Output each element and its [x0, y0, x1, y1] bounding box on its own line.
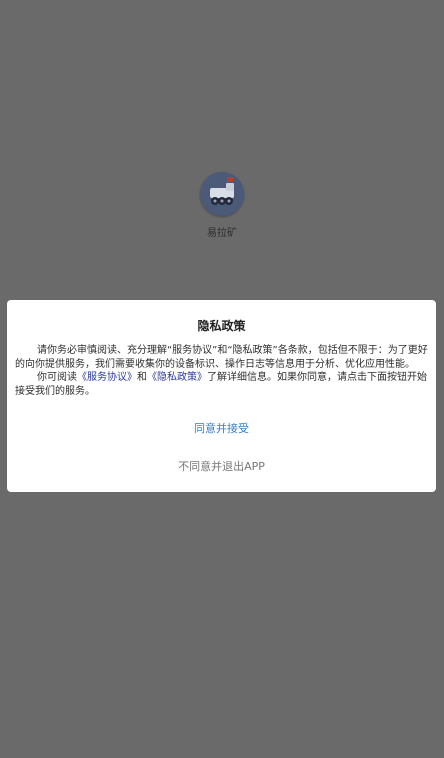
app-label: 易拉矿 — [207, 228, 237, 239]
privacy-policy-link[interactable]: 《隐私政策》 — [147, 372, 207, 383]
service-agreement-link[interactable]: 《服务协议》 — [77, 372, 137, 383]
privacy-paragraph-2: 你可阅读《服务协议》和《隐私政策》了解详细信息。如果你同意，请点击下面按钮开始接… — [15, 371, 432, 398]
read-prefix-text: 你可阅读 — [37, 372, 77, 383]
privacy-dialog: 隐私政策 请你务必审慎阅读、充分理解“服务协议”和“隐私政策”各条款，包括但不限… — [7, 300, 436, 492]
agree-button[interactable]: 同意并接受 — [7, 420, 436, 436]
dialog-body: 请你务必审慎阅读、充分理解“服务协议”和“隐私政策”各条款，包括但不限于：为了更… — [15, 344, 432, 398]
and-text: 和 — [137, 372, 147, 383]
app-launcher: 易拉矿 — [0, 172, 444, 239]
reject-exit-button[interactable]: 不同意并退出APP — [7, 458, 436, 474]
dialog-title: 隐私政策 — [197, 319, 246, 333]
mining-truck-icon[interactable] — [200, 172, 244, 216]
privacy-paragraph-1: 请你务必审慎阅读、充分理解“服务协议”和“隐私政策”各条款，包括但不限于：为了更… — [15, 345, 428, 370]
dimmed-background: 易拉矿 隐私政策 请你务必审慎阅读、充分理解“服务协议”和“隐私政策”各条款，包… — [0, 0, 444, 758]
